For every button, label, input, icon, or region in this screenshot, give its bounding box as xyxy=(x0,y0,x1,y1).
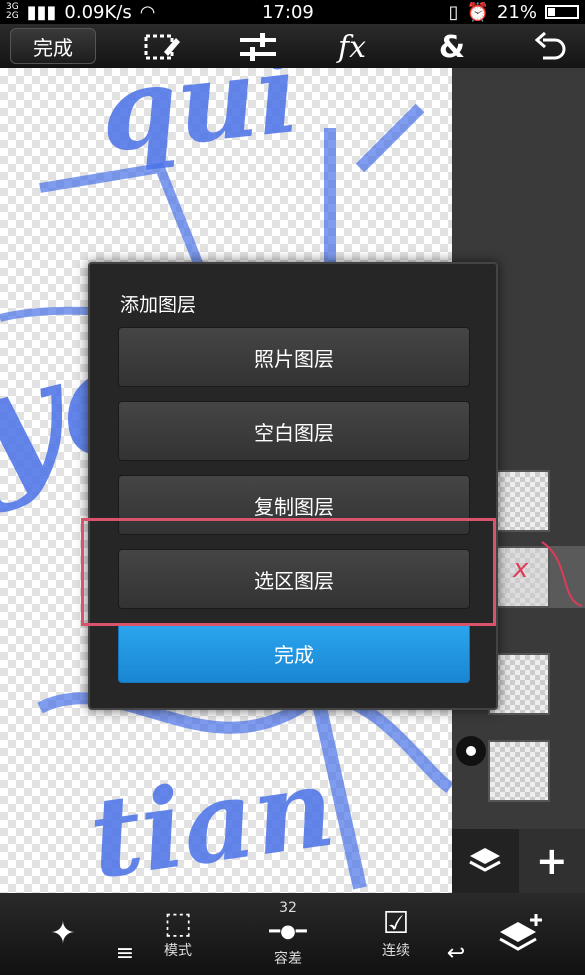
status-right: ▯ ⏰ 21% xyxy=(449,2,579,23)
back-arrow-icon[interactable]: ↩ xyxy=(436,893,476,975)
bottom-toolbar: ✦ ≡ ⬚ 模式 32 ━●━ 容差 ☑ 连续 ↩ xyxy=(0,893,585,975)
alarm-icon: ⏰ xyxy=(466,1,489,23)
layers-toggle-icon[interactable] xyxy=(452,829,519,893)
clock: 17:09 xyxy=(262,1,314,23)
continuous-toggle[interactable]: ☑ 连续 xyxy=(366,893,426,975)
mode-label: 模式 xyxy=(164,943,192,959)
continuous-label: 连续 xyxy=(382,943,410,959)
done-button[interactable]: 完成 xyxy=(10,28,96,64)
selection-edit-icon[interactable] xyxy=(140,30,184,64)
network-bottom: 2G xyxy=(6,11,19,21)
marquee-icon: ⬚ xyxy=(163,906,193,941)
battery-percent: 21% xyxy=(496,1,537,23)
add-layer-plus-icon[interactable]: + xyxy=(518,829,585,893)
mode-button[interactable]: ⬚ 模式 xyxy=(148,893,208,975)
layers-panel-footer: + xyxy=(452,829,585,893)
signal-icon: ▮▮▮ xyxy=(26,1,57,23)
layer-radio-button[interactable] xyxy=(456,736,486,766)
annotation-highlight-box xyxy=(81,518,496,626)
add-layer-stack-icon[interactable] xyxy=(490,893,550,975)
add-layer-dialog: 添加图层 照片图层 空白图层 复制图层 选区图层 完成 xyxy=(88,262,498,710)
network-indicator: 3G 2G xyxy=(6,3,19,21)
status-left: 3G 2G ▮▮▮ 0.09K/s ◠ xyxy=(6,2,155,23)
annotation-x-mark: x xyxy=(513,554,529,584)
phone-icon: ▯ xyxy=(448,1,459,23)
menu-icon[interactable]: ≡ xyxy=(110,893,140,975)
undo-icon[interactable] xyxy=(528,30,572,64)
ampersand-icon[interactable]: & xyxy=(430,30,474,65)
checkbox-icon: ☑ xyxy=(382,906,410,941)
tolerance-value: 32 xyxy=(279,900,297,916)
tolerance-label: 容差 xyxy=(274,951,302,967)
tolerance-control[interactable]: 32 ━●━ 容差 xyxy=(258,893,318,975)
blank-layer-button[interactable]: 空白图层 xyxy=(118,401,470,461)
photo-layer-button[interactable]: 照片图层 xyxy=(118,327,470,387)
magic-wand-tool[interactable]: ✦ xyxy=(28,893,98,975)
wifi-icon: ◠ xyxy=(139,1,156,23)
battery-icon xyxy=(545,5,579,19)
dialog-done-button[interactable]: 完成 xyxy=(118,623,470,683)
dialog-title: 添加图层 xyxy=(120,294,197,316)
top-toolbar: 完成 fx & xyxy=(0,24,585,68)
tolerance-slider-icon: ━●━ xyxy=(269,921,307,942)
net-speed: 0.09K/s xyxy=(64,1,132,23)
adjust-sliders-icon[interactable] xyxy=(236,30,280,64)
layer-thumb-4[interactable] xyxy=(488,740,550,802)
status-bar: 3G 2G ▮▮▮ 0.09K/s ◠ 17:09 ▯ ⏰ 21% xyxy=(0,0,585,24)
annotation-arc xyxy=(541,541,583,607)
magic-wand-icon: ✦ xyxy=(50,916,76,951)
fx-icon[interactable]: fx xyxy=(330,30,374,65)
